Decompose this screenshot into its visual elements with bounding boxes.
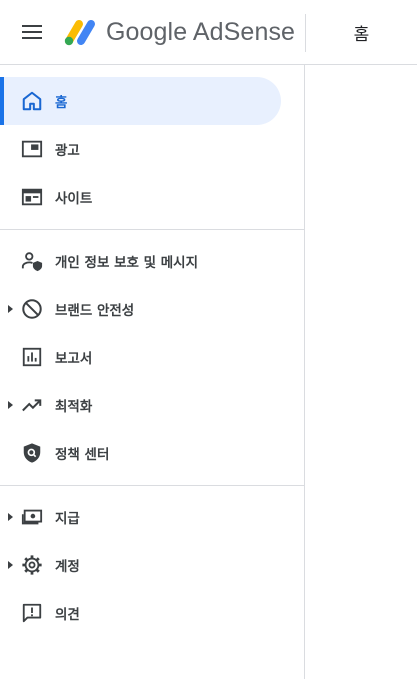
settings-icon <box>20 553 44 577</box>
sidebar-item-label: 최적화 <box>55 399 93 415</box>
sidebar-item-label: 계정 <box>55 559 80 575</box>
sidebar-item-label: 정책 센터 <box>55 447 110 463</box>
adsense-logo-icon <box>64 20 95 46</box>
top-app-bar: Google AdSense 홈 <box>0 0 417 65</box>
sidebar-item-account[interactable]: 계정 <box>0 541 281 589</box>
sidebar-item-payments[interactable]: 지급 <box>0 493 281 541</box>
sidebar-item-optimization[interactable]: 최적화 <box>0 381 281 429</box>
expand-caret-icon[interactable] <box>8 561 13 569</box>
sidebar-item-label: 개인 정보 보호 및 메시지 <box>55 255 198 271</box>
sidebar: 홈 광고 사이트 개인 정보 보호 및 메시지 브랜드 안전성 보고서 최적화 … <box>0 65 305 679</box>
adsense-logo[interactable]: Google AdSense <box>62 14 295 50</box>
expand-caret-icon[interactable] <box>8 401 13 409</box>
trending-up-icon <box>20 393 44 417</box>
sidebar-item-label: 브랜드 안전성 <box>55 303 135 319</box>
ads-icon <box>20 137 44 161</box>
menu-icon[interactable] <box>18 18 46 46</box>
sidebar-divider <box>0 485 305 486</box>
privacy-messaging-icon <box>20 249 44 273</box>
sidebar-item-ads[interactable]: 광고 <box>0 125 281 173</box>
expand-caret-icon[interactable] <box>8 513 13 521</box>
reports-icon <box>20 345 44 369</box>
sidebar-item-label: 보고서 <box>55 351 93 367</box>
sites-icon <box>20 185 44 209</box>
sidebar-item-label: 지급 <box>55 511 80 527</box>
policy-shield-icon <box>20 441 44 465</box>
feedback-icon <box>20 601 44 625</box>
sidebar-item-policy-center[interactable]: 정책 센터 <box>0 429 281 477</box>
app-name: Google AdSense <box>106 17 296 46</box>
sidebar-item-brand-safety[interactable]: 브랜드 안전성 <box>0 285 281 333</box>
sidebar-item-label: 의견 <box>55 607 80 623</box>
sidebar-item-privacy-messaging[interactable]: 개인 정보 보호 및 메시지 <box>0 237 281 285</box>
sidebar-item-reports[interactable]: 보고서 <box>0 333 281 381</box>
sidebar-item-label: 홈 <box>55 95 68 111</box>
sidebar-item-label: 사이트 <box>55 191 93 207</box>
home-icon <box>20 89 44 113</box>
sidebar-item-feedback[interactable]: 의견 <box>0 589 281 637</box>
sidebar-divider <box>0 229 305 230</box>
sidebar-item-home[interactable]: 홈 <box>0 77 281 125</box>
sidebar-item-sites[interactable]: 사이트 <box>0 173 281 221</box>
payments-icon <box>20 505 44 529</box>
page-title: 홈 <box>353 24 370 45</box>
expand-caret-icon[interactable] <box>8 305 13 313</box>
sidebar-item-label: 광고 <box>55 143 80 159</box>
block-icon <box>20 297 44 321</box>
